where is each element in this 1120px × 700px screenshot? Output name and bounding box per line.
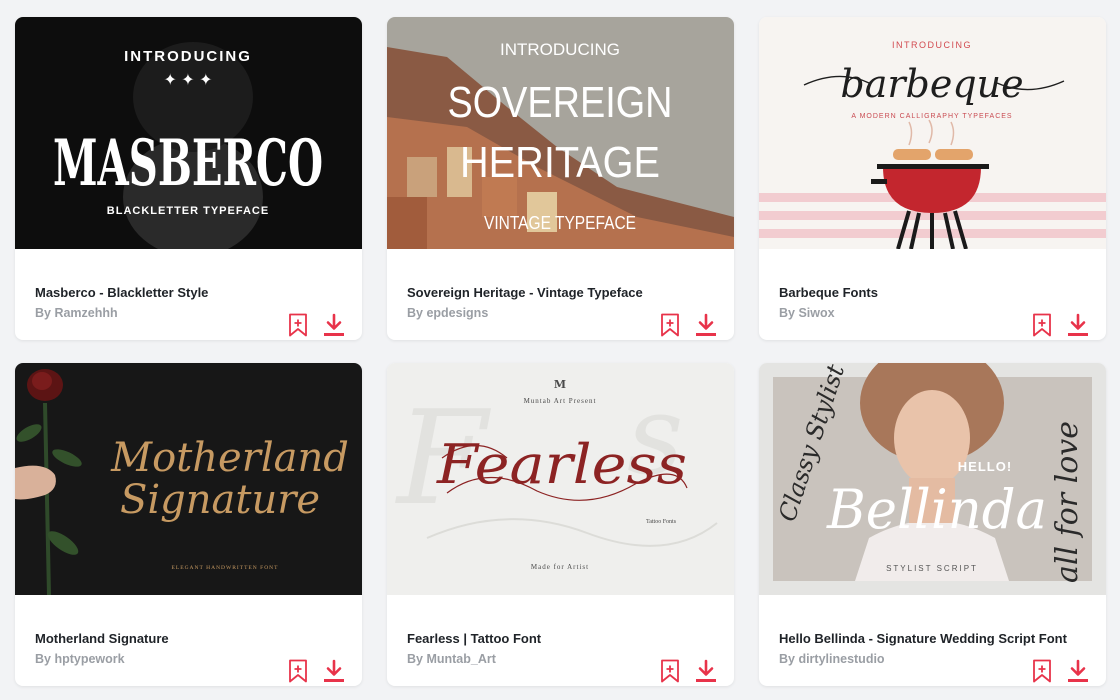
svg-text:✦ ✦ ✦: ✦ ✦ ✦	[163, 72, 212, 89]
bookmark-icon	[289, 313, 307, 337]
download-button[interactable]	[323, 659, 345, 683]
font-title[interactable]: Hello Bellinda - Signature Wedding Scrip…	[779, 631, 1067, 646]
font-preview-image[interactable]: INTRODUCING barbeque A MODERN CALLIGRAPH…	[759, 17, 1106, 249]
preview-text: HERITAGE	[460, 138, 660, 187]
preview-text: MASBERCO	[53, 126, 323, 201]
bookmark-button[interactable]	[287, 659, 309, 683]
font-author[interactable]: By Ramzehhh	[35, 306, 118, 320]
bookmark-button[interactable]	[659, 659, 681, 683]
card-info: Fearless | Tattoo Font By Muntab_Art	[387, 595, 734, 686]
bookmark-button[interactable]	[1031, 313, 1053, 337]
bookmark-button[interactable]	[1031, 659, 1053, 683]
preview-text: SOVEREIGN	[448, 78, 673, 127]
download-button[interactable]	[1067, 313, 1089, 337]
font-card[interactable]: INTRODUCING barbeque A MODERN CALLIGRAPH…	[759, 17, 1106, 340]
font-card[interactable]: HELLO! Bellinda STYLIST SCRIPT Classy St…	[759, 363, 1106, 686]
preview-text: STYLIST SCRIPT	[886, 564, 978, 573]
download-icon	[696, 313, 716, 336]
bookmark-icon	[1033, 659, 1051, 683]
font-preview-image[interactable]: INTRODUCING ✦ ✦ ✦ MASBERCO BLACKLETTER T…	[15, 17, 362, 249]
font-author[interactable]: By Muntab_Art	[407, 652, 496, 666]
preview-text: INTRODUCING	[124, 48, 252, 65]
font-card[interactable]: INTRODUCING SOVEREIGN HERITAGE VINTAGE T…	[387, 17, 734, 340]
preview-text: Tattoo Fonts	[646, 519, 677, 525]
font-title[interactable]: Sovereign Heritage - Vintage Typeface	[407, 285, 643, 300]
preview-text: barbeque	[840, 62, 1023, 106]
preview-text: Muntab Art Present	[524, 397, 597, 405]
preview-text: VINTAGE TYPEFACE	[484, 213, 636, 233]
preview-text: Bellinda	[826, 478, 1047, 541]
font-author[interactable]: By hptypework	[35, 652, 125, 666]
font-preview-image[interactable]: F s M Muntab Art Present Fearless Tattoo…	[387, 363, 734, 595]
font-title[interactable]: Barbeque Fonts	[779, 285, 878, 300]
download-icon	[324, 659, 344, 682]
font-title[interactable]: Motherland Signature	[35, 631, 169, 646]
download-icon	[696, 659, 716, 682]
preview-text: INTRODUCING	[500, 40, 620, 59]
download-button[interactable]	[1067, 659, 1089, 683]
card-info: Hello Bellinda - Signature Wedding Scrip…	[759, 595, 1106, 686]
font-card[interactable]: F s M Muntab Art Present Fearless Tattoo…	[387, 363, 734, 686]
card-info: Motherland Signature By hptypework	[15, 595, 362, 686]
font-preview-image[interactable]: Motherland Signature ELEGANT HANDWRITTEN…	[15, 363, 362, 595]
bookmark-icon	[661, 659, 679, 683]
download-button[interactable]	[695, 313, 717, 337]
font-title[interactable]: Fearless | Tattoo Font	[407, 631, 541, 646]
preview-text: A MODERN CALLIGRAPHY TYPEFACES	[851, 113, 1012, 120]
preview-text: all for love	[1050, 421, 1085, 583]
font-card[interactable]: INTRODUCING ✦ ✦ ✦ MASBERCO BLACKLETTER T…	[15, 17, 362, 340]
card-info: Sovereign Heritage - Vintage Typeface By…	[387, 249, 734, 340]
bookmark-icon	[1033, 313, 1051, 337]
download-icon	[324, 313, 344, 336]
preview-text: INTRODUCING	[892, 40, 972, 50]
font-author[interactable]: By Siwox	[779, 306, 835, 320]
preview-text: Made for Artist	[531, 563, 589, 571]
svg-text:M: M	[554, 378, 566, 391]
preview-text: Motherland	[110, 435, 349, 481]
preview-text: Signature	[120, 477, 320, 523]
card-info: Masberco - Blackletter Style By Ramzehhh	[15, 249, 362, 340]
bookmark-icon	[289, 659, 307, 683]
download-icon	[1068, 313, 1088, 336]
preview-text: ELEGANT HANDWRITTEN FONT	[172, 565, 279, 571]
font-card[interactable]: Motherland Signature ELEGANT HANDWRITTEN…	[15, 363, 362, 686]
font-preview-image[interactable]: INTRODUCING SOVEREIGN HERITAGE VINTAGE T…	[387, 17, 734, 249]
bookmark-icon	[661, 313, 679, 337]
font-author[interactable]: By dirtylinestudio	[779, 652, 885, 666]
font-author[interactable]: By epdesigns	[407, 306, 488, 320]
download-button[interactable]	[323, 313, 345, 337]
bookmark-button[interactable]	[659, 313, 681, 337]
download-button[interactable]	[695, 659, 717, 683]
font-preview-image[interactable]: HELLO! Bellinda STYLIST SCRIPT Classy St…	[759, 363, 1106, 595]
download-icon	[1068, 659, 1088, 682]
preview-text: Fearless	[436, 433, 687, 496]
font-title[interactable]: Masberco - Blackletter Style	[35, 285, 208, 300]
preview-text: HELLO!	[958, 459, 1012, 474]
preview-text: BLACKLETTER TYPEFACE	[107, 205, 269, 217]
card-info: Barbeque Fonts By Siwox	[759, 249, 1106, 340]
bookmark-button[interactable]	[287, 313, 309, 337]
